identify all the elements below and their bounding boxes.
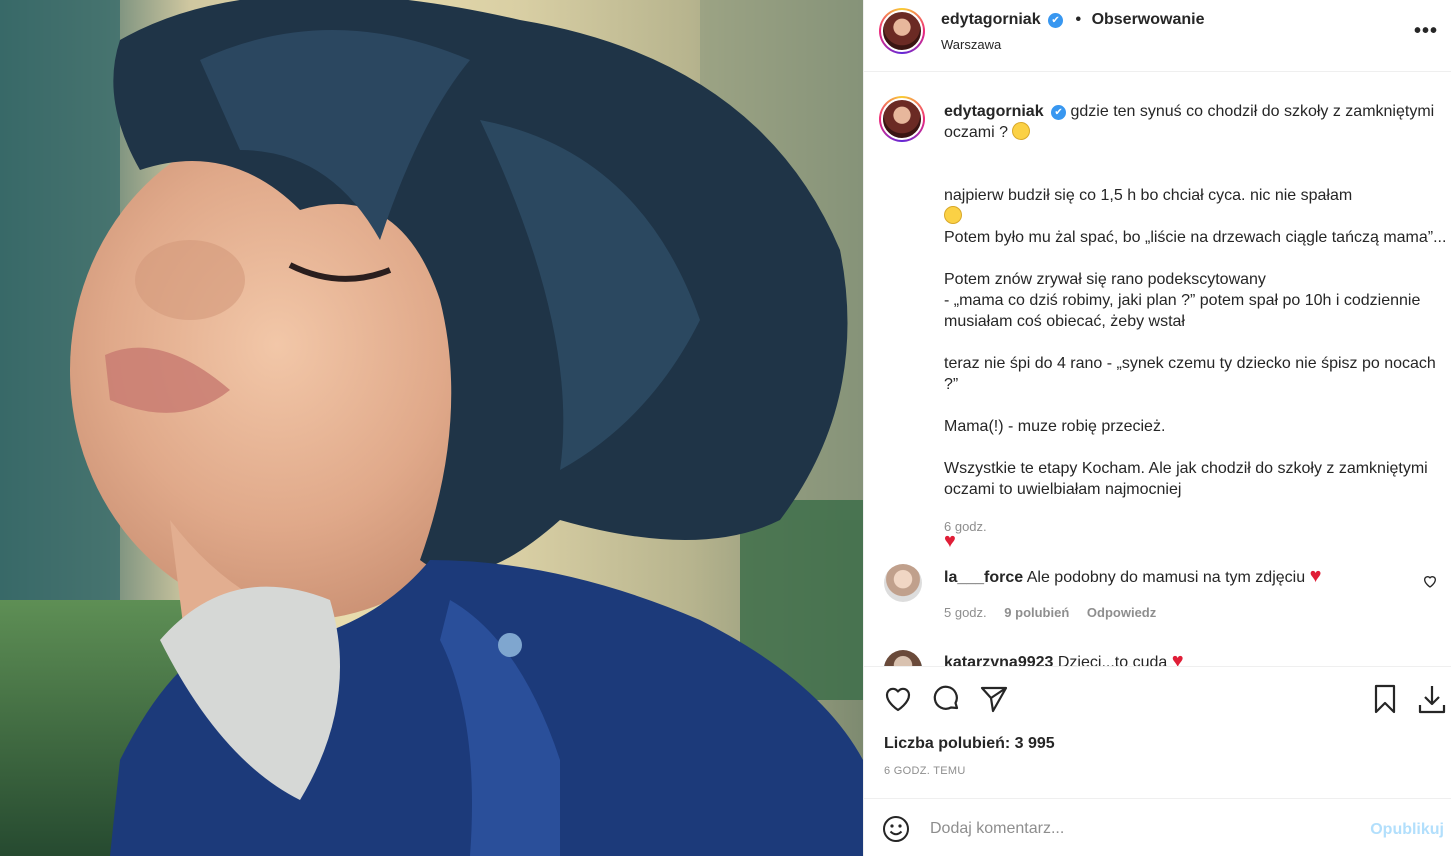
post-timestamp[interactable]: 6 GODZ. TEMU <box>884 765 966 777</box>
avatar[interactable] <box>879 8 925 54</box>
caption-p1b: Potem było mu żal spać, bo „liście na dr… <box>944 229 1447 246</box>
post-photo[interactable] <box>0 0 863 856</box>
post-panel: edytagorniak ✔ • Obserwowanie Warszawa •… <box>863 0 1451 856</box>
caption-paragraph: najpierw budził się co 1,5 h bo chciał c… <box>944 164 1449 248</box>
commenter-username[interactable]: katarzyna9923 <box>944 654 1053 666</box>
share-icon[interactable] <box>978 683 1010 715</box>
comment-text-row: katarzyna9923 Dzieci...to cuda ♥ <box>944 650 1184 666</box>
likes-count[interactable]: Liczba polubień: 3 995 <box>884 735 1055 753</box>
bookmark-icon[interactable] <box>1369 683 1401 715</box>
action-bar: Liczba polubień: 3 995 6 GODZ. TEMU <box>864 666 1451 798</box>
caption-username[interactable]: edytagorniak <box>944 103 1044 120</box>
comment-text: Dzieci...to cuda <box>1057 654 1168 666</box>
photo-illustration <box>0 0 863 856</box>
header-name-row: edytagorniak ✔ • Obserwowanie <box>941 11 1204 29</box>
commenter-username[interactable]: la___force <box>944 569 1023 586</box>
caption-avatar[interactable] <box>879 96 925 142</box>
comment: la___force Ale podobny do mamusi na tym … <box>864 561 1451 641</box>
heart-icon[interactable] <box>882 683 914 715</box>
comment-text-row: la___force Ale podobny do mamusi na tym … <box>944 565 1321 588</box>
more-icon[interactable]: ••• <box>1414 20 1438 43</box>
comments-section: edytagorniak ✔ gdzie ten synuś co chodzi… <box>864 73 1451 666</box>
comment-icon[interactable] <box>930 683 962 715</box>
comment-input[interactable] <box>930 817 1350 841</box>
comment-meta: 5 godz. 9 polubień Odpowiedz <box>944 605 1170 620</box>
emoji-icon[interactable] <box>882 815 910 843</box>
comment-text: Ale podobny do mamusi na tym zdjęciu <box>1026 569 1306 586</box>
verified-icon: ✔ <box>1048 13 1064 28</box>
caption-p3: teraz nie śpi do 4 rano - „synek czemu t… <box>944 355 1436 393</box>
header-username[interactable]: edytagorniak <box>941 11 1041 28</box>
comment-time[interactable]: 5 godz. <box>944 605 987 620</box>
commenter-avatar[interactable] <box>884 564 922 602</box>
following-button[interactable]: Obserwowanie <box>1092 11 1205 28</box>
post-header: edytagorniak ✔ • Obserwowanie Warszawa •… <box>864 0 1451 72</box>
heart-emoji-icon: ♥ <box>1309 565 1322 587</box>
sad-face-emoji-icon <box>1012 122 1031 140</box>
add-comment-bar: Opublikuj <box>864 798 1451 856</box>
reply-button[interactable]: Odpowiedz <box>1087 605 1156 620</box>
commenter-avatar[interactable] <box>884 650 922 666</box>
comment-likes[interactable]: 9 polubień <box>1004 605 1069 620</box>
caption-p1: najpierw budził się co 1,5 h bo chciał c… <box>944 187 1353 204</box>
caption-p4: Mama(!) - muze robię przecież. <box>944 418 1166 435</box>
comment: katarzyna9923 Dzieci...to cuda ♥ <box>864 648 1451 666</box>
download-icon[interactable] <box>1416 683 1448 715</box>
heart-emoji-icon: ♥ <box>1171 650 1184 666</box>
caption-text: edytagorniak ✔ gdzie ten synuś co chodzi… <box>944 101 1449 553</box>
verified-icon: ✔ <box>1051 105 1067 120</box>
caption-p2: Potem znów zrywał się rano podekscytowan… <box>944 271 1421 330</box>
comment-like-icon[interactable] <box>1422 573 1438 589</box>
sleepy-face-emoji-icon <box>944 206 962 224</box>
separator-dot: • <box>1075 11 1082 28</box>
caption-time[interactable]: 6 godz. <box>944 519 987 534</box>
caption-p5: Wszystkie te etapy Kocham. Ale jak chodz… <box>944 460 1428 498</box>
location-link[interactable]: Warszawa <box>941 37 1001 52</box>
publish-button[interactable]: Opublikuj <box>1370 821 1444 839</box>
